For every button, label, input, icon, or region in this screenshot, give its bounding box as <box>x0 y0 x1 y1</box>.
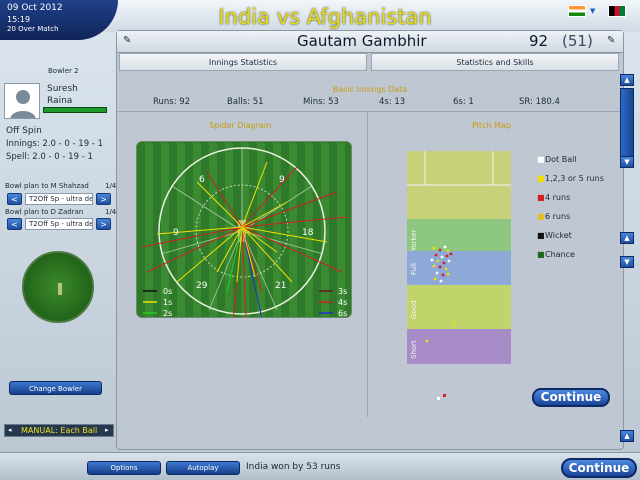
match-type: 20 Over Match <box>7 25 59 33</box>
scroll-up-button[interactable]: ▲ <box>620 232 634 244</box>
legend-runs: ■1,2,3 or 5 runs <box>537 174 604 183</box>
legend-chance: ■Chance <box>537 250 575 259</box>
pitch-map: Yorker Full Good Short <box>407 151 511 364</box>
zone-short-label: Short <box>410 340 418 359</box>
change-bowler-button[interactable]: Change Bowler <box>9 381 102 395</box>
legend-3s-label: 3s <box>338 287 347 296</box>
zone-runs-label: 9 <box>173 228 179 238</box>
stat-strike-rate: SR: 180.4 <box>519 97 560 107</box>
tab-innings-statistics[interactable]: Innings Statistics <box>119 53 367 71</box>
bowler-energy-bar <box>43 107 107 113</box>
stat-balls: Balls: 51 <box>227 97 264 107</box>
bowler-style: Off Spin <box>6 126 42 136</box>
bowler-slot-label: Bowler 2 <box>48 67 79 75</box>
bowler-spell-figures: Spell: 2.0 - 0 - 19 - 1 <box>6 152 93 162</box>
stat-runs: Runs: 92 <box>153 97 191 107</box>
match-time: 15:19 <box>7 15 31 24</box>
continue-button[interactable]: Continue <box>561 458 637 478</box>
chevron-down-icon[interactable]: ▼ <box>590 7 595 15</box>
footer-bar: Options Autoplay India won by 53 runs Co… <box>0 452 640 480</box>
batsman-runs: 92 <box>529 32 549 50</box>
india-flag-icon <box>568 5 586 17</box>
next-plan-button[interactable]: > <box>96 218 111 230</box>
pitch-map-title: Pitch Map <box>472 121 511 130</box>
chevron-left-icon[interactable]: ◂ <box>8 426 12 434</box>
wide-ball-marker <box>443 394 446 397</box>
divider <box>117 111 623 112</box>
spider-diagram: 6 9 9 18 29 21 0s 1s 2s 3s 4s 6s <box>136 141 352 318</box>
edit-icon[interactable]: ✎ <box>123 35 131 46</box>
stat-fours: 4s: 13 <box>379 97 406 107</box>
continue-button[interactable]: Continue <box>532 388 610 407</box>
edit-icon[interactable]: ✎ <box>607 35 615 46</box>
legend-0s-label: 0s <box>163 287 172 296</box>
bowl-plan-tactic[interactable]: T2Off Sp - ultra def <box>25 218 93 230</box>
match-title: India vs Afghanistan <box>218 5 432 29</box>
field-setting-diagram[interactable] <box>22 251 94 323</box>
bowler-last-name: Raina <box>47 96 73 106</box>
pitch-map-svg: Yorker Full Good Short <box>407 151 511 364</box>
scroll-up-button[interactable]: ▲ <box>620 430 634 442</box>
legend-1s-label: 1s <box>163 298 172 307</box>
spider-diagram-svg: 6 9 9 18 29 21 0s 1s 2s 3s 4s 6s <box>137 142 351 318</box>
bowl-plan-label: Bowl plan to D Zadran <box>5 208 84 216</box>
prev-plan-button[interactable]: < <box>7 218 22 230</box>
options-button[interactable]: Options <box>87 461 161 475</box>
zone-yorker-label: Yorker <box>410 229 418 252</box>
header-info-block: 09 Oct 2012 15:19 20 Over Match <box>0 0 118 40</box>
basic-innings-title: Basic Innings Data <box>332 85 408 94</box>
legend-wicket: ■Wicket <box>537 231 572 240</box>
wide-ball-marker <box>437 397 440 400</box>
player-innings-panel: ✎ Gautam Gambhir 92 (51) ✎ Innings Stati… <box>116 30 624 450</box>
legend-4s-label: 4s <box>338 298 347 307</box>
next-plan-button[interactable]: > <box>96 193 111 205</box>
zone-runs-label: 18 <box>302 228 314 238</box>
zone-runs-label: 6 <box>199 175 205 185</box>
bowling-mode-selector[interactable]: ◂ MANUAL: Each Ball ▸ <box>4 424 114 437</box>
autoplay-button[interactable]: Autoplay <box>166 461 240 475</box>
bowl-plan-count: 1/4 <box>105 208 117 216</box>
legend-six-runs: ■6 runs <box>537 212 571 221</box>
zone-runs-label: 9 <box>279 175 285 185</box>
zone-full-label: Full <box>410 263 418 275</box>
zone-runs-label: 29 <box>196 281 208 291</box>
legend-dot-ball: ■Dot Ball <box>537 155 577 164</box>
panel-title-bar: ✎ Gautam Gambhir 92 (51) ✎ <box>117 31 623 53</box>
stat-mins: Mins: 53 <box>303 97 339 107</box>
scroll-up-button[interactable]: ▲ <box>620 74 634 86</box>
tab-statistics-and-skills[interactable]: Statistics and Skills <box>371 53 619 71</box>
bowl-plan-tactic[interactable]: T2Off Sp - ultra def <box>25 193 93 205</box>
mini-pitch <box>58 283 62 295</box>
bowler-innings-figures: Innings: 2.0 - 0 - 19 - 1 <box>6 139 103 149</box>
match-result: India won by 53 runs <box>246 462 341 472</box>
bowling-mode-label: MANUAL: Each Ball <box>21 426 98 435</box>
batsman-name: Gautam Gambhir <box>297 32 427 50</box>
scroll-down-button[interactable]: ▼ <box>620 156 634 168</box>
scroll-down-button[interactable]: ▼ <box>620 256 634 268</box>
afghanistan-flag-icon <box>608 5 626 17</box>
divider <box>367 112 368 417</box>
legend-2s-label: 2s <box>163 309 172 318</box>
legend-four-runs: ■4 runs <box>537 193 571 202</box>
bowl-plan-count: 1/4 <box>105 182 117 190</box>
spider-diagram-title: Spider Diagram <box>209 121 272 130</box>
bowler-first-name: Suresh <box>47 84 78 94</box>
stat-sixes: 6s: 1 <box>453 97 474 107</box>
chevron-right-icon[interactable]: ▸ <box>105 426 109 434</box>
bowler-avatar[interactable] <box>4 83 40 119</box>
match-date: 09 Oct 2012 <box>7 3 63 13</box>
legend-6s-label: 6s <box>338 309 347 318</box>
prev-plan-button[interactable]: < <box>7 193 22 205</box>
batsman-balls: (51) <box>562 32 593 50</box>
bowl-plan-label: Bowl plan to M Shahzad <box>5 182 89 190</box>
zone-runs-label: 21 <box>275 281 286 291</box>
zone-good-label: Good <box>410 301 418 319</box>
